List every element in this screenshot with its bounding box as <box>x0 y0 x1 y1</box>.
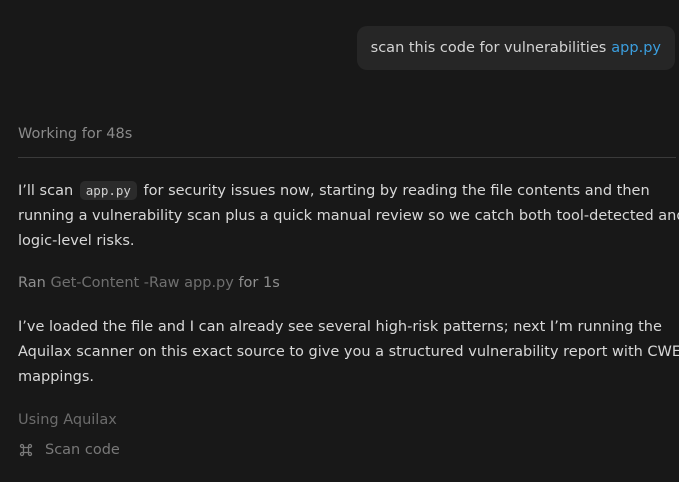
command-icon <box>18 442 34 458</box>
ran-command: Get-Content -Raw app.py <box>50 275 234 291</box>
paragraph-1-line-2: running a vulnerability scan plus a quic… <box>18 208 679 224</box>
working-status[interactable]: Working for 48s <box>18 126 132 142</box>
ran-command-line[interactable]: Ran Get-Content -Raw app.py for 1s <box>18 275 280 291</box>
tool-action-label: Scan code <box>45 442 120 458</box>
inline-code-filename: app.py <box>79 181 137 200</box>
paragraph-1-line-3: logic-level risks. <box>18 233 135 249</box>
paragraph-1-line-1: I’ll scan app.py for security issues now… <box>18 181 650 200</box>
paragraph-2-line-2: Aquilax scanner on this exact source to … <box>18 344 679 360</box>
ran-label: Ran <box>18 275 46 291</box>
file-reference-link[interactable]: app.py <box>611 40 661 56</box>
user-message-text: scan this code for vulnerabilities <box>370 40 607 56</box>
assistant-paragraph-2: I’ve loaded the file and I can already s… <box>18 315 679 390</box>
assistant-paragraph-1: I’ll scan app.py for security issues now… <box>18 178 679 254</box>
divider <box>18 157 676 158</box>
ran-duration: for 1s <box>238 275 280 291</box>
paragraph-2-line-1: I’ve loaded the file and I can already s… <box>18 319 662 335</box>
using-tool-label: Using Aquilax <box>18 412 117 428</box>
user-message-bubble: scan this code for vulnerabilities app.p… <box>356 26 675 70</box>
tool-action-item[interactable]: Scan code <box>18 442 120 458</box>
paragraph-2-line-3: mappings. <box>18 369 95 385</box>
